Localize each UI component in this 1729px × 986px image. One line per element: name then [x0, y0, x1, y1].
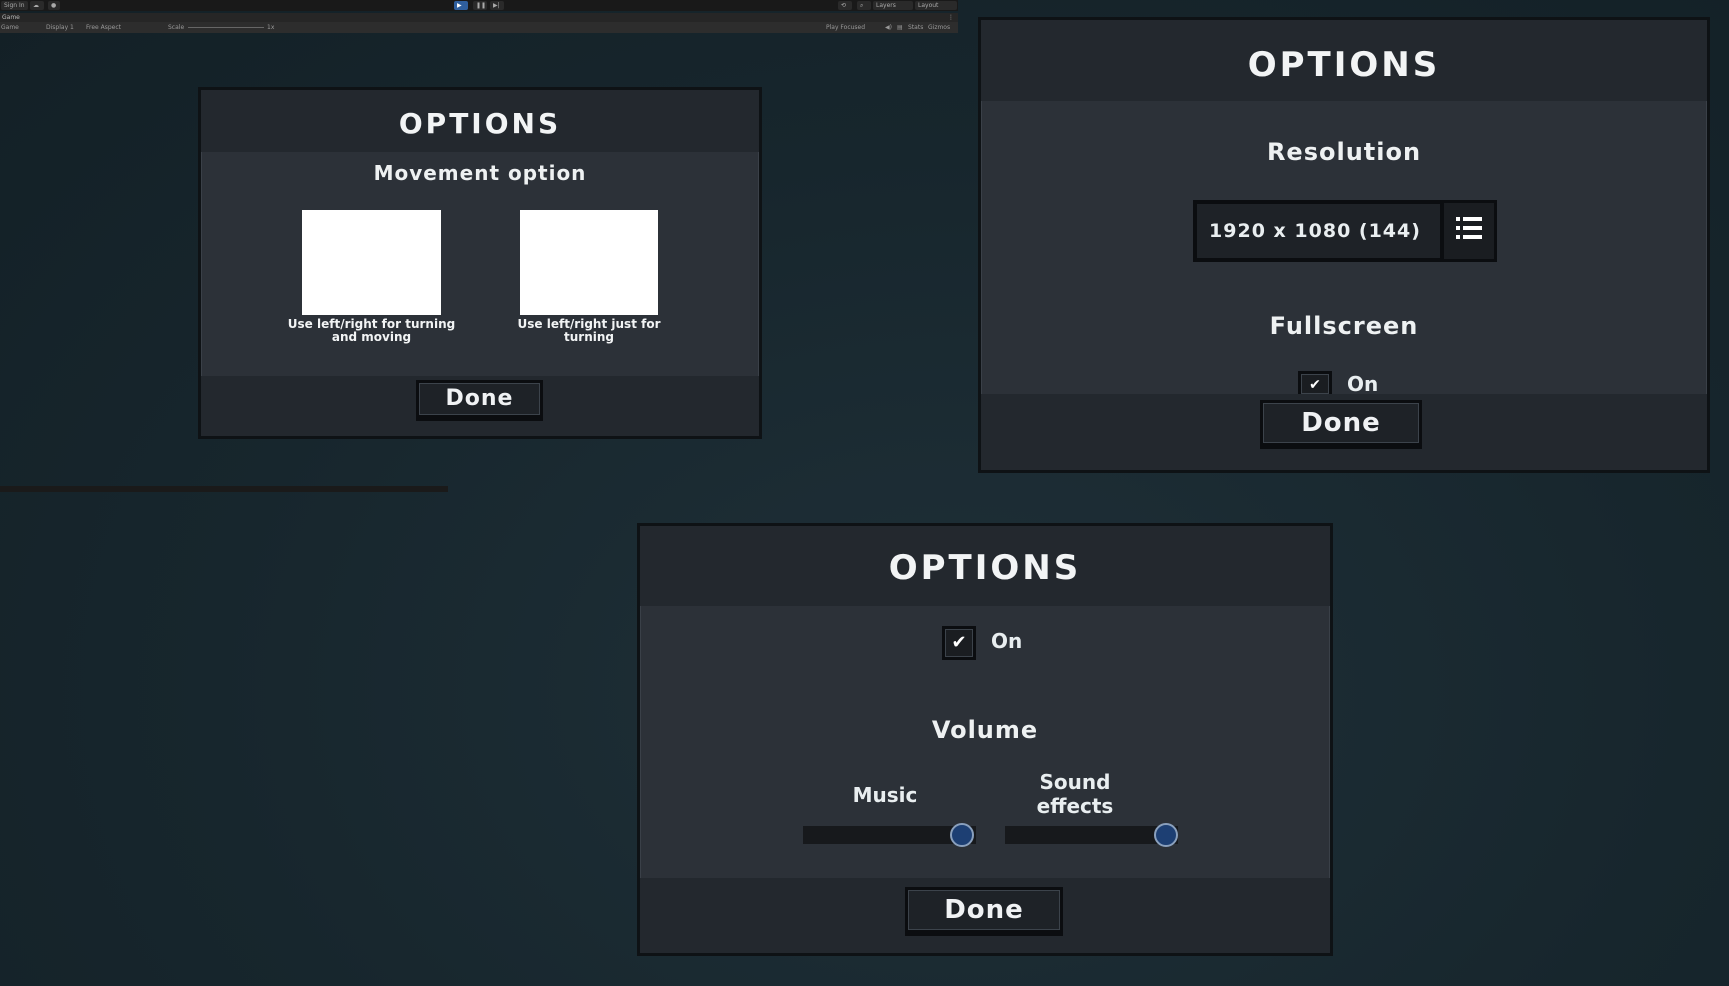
sfx-label: Sound effects	[1036, 770, 1114, 818]
music-slider-handle[interactable]	[950, 823, 975, 847]
game-tab-bar: Game ⋮	[0, 13, 958, 22]
audio-options-panel: OPTIONS ✔ On Volume Music Sound effects …	[637, 523, 1333, 956]
resolution-dropdown-button[interactable]	[1440, 203, 1494, 259]
sfx-slider[interactable]	[1005, 823, 1178, 847]
panel-title: OPTIONS	[888, 548, 1082, 588]
fullscreen-label: Fullscreen	[1269, 312, 1419, 340]
scale-slider[interactable]	[188, 27, 264, 28]
play-focused-dropdown[interactable]: Play Focused	[826, 22, 865, 33]
volume-label: Volume	[931, 716, 1039, 744]
resolution-dropdown[interactable]: 1920 x 1080 (144)	[1193, 200, 1497, 262]
movement-option-b-caption: Use left/right just for turning	[517, 317, 661, 344]
editor-toolbar: Sign In ☁ ● ▶ ❚❚ ▶| ⟲ ⌕ Layers Layout	[0, 0, 958, 11]
done-button[interactable]: Done	[905, 887, 1063, 936]
scale-value: 1x	[267, 24, 275, 31]
resolution-value: 1920 x 1080 (144)	[1209, 220, 1421, 242]
more-icon[interactable]: ⋮	[948, 13, 954, 22]
layers-dropdown[interactable]: Layers	[873, 1, 913, 10]
done-button[interactable]: Done	[416, 380, 543, 421]
aspect-dropdown[interactable]: Free Aspect	[86, 22, 121, 33]
panel-title: OPTIONS	[398, 107, 562, 140]
movement-options-panel: OPTIONS Movement option Use left/right f…	[198, 87, 762, 439]
history-icon[interactable]: ⟲	[838, 1, 852, 10]
layout-dropdown[interactable]: Layout	[915, 1, 957, 10]
panel-header: OPTIONS	[201, 90, 759, 152]
gizmos-dropdown[interactable]: Gizmos	[928, 22, 950, 33]
on-checkbox[interactable]: ✔	[942, 626, 976, 660]
sfx-slider-handle[interactable]	[1153, 823, 1178, 847]
movement-option-label: Movement option	[373, 161, 587, 185]
game-view-dropdown[interactable]: Game	[1, 22, 19, 33]
divider-stripe	[0, 486, 448, 492]
display-dropdown[interactable]: Display 1	[46, 22, 74, 33]
play-icon[interactable]: ▶	[454, 1, 468, 10]
panel-header: OPTIONS	[981, 20, 1707, 101]
panel-title: OPTIONS	[1247, 45, 1441, 85]
done-button[interactable]: Done	[1260, 400, 1422, 449]
step-icon[interactable]: ▶|	[490, 1, 504, 10]
game-view-bar: Game Display 1 Free Aspect Scale 1x Play…	[0, 22, 958, 33]
resolution-label: Resolution	[1266, 138, 1422, 166]
panel-header: OPTIONS	[640, 526, 1330, 606]
movement-option-b-tile[interactable]	[520, 210, 658, 315]
mute-icon[interactable]: ◀)	[885, 22, 892, 33]
on-checkbox-label: On	[991, 629, 1023, 653]
scale-label: Scale	[168, 24, 185, 31]
music-slider[interactable]	[803, 823, 976, 847]
search-icon[interactable]: ⌕	[857, 1, 871, 10]
pause-icon[interactable]: ❚❚	[473, 1, 487, 10]
collab-icon[interactable]: ●	[48, 1, 60, 10]
display-options-panel: OPTIONS Resolution 1920 x 1080 (144) Ful…	[978, 17, 1710, 473]
stats-button[interactable]: Stats	[908, 22, 923, 33]
movement-option-a-tile[interactable]	[302, 210, 441, 315]
tab-game[interactable]: Game	[2, 13, 20, 22]
music-label: Music	[852, 783, 918, 807]
sign-in-button[interactable]: Sign In	[1, 1, 28, 10]
list-icon	[1456, 217, 1482, 239]
fullscreen-on-label: On	[1347, 372, 1379, 392]
stats-icon[interactable]: ▤	[897, 22, 903, 33]
movement-option-a-caption: Use left/right for turning and moving	[287, 317, 456, 344]
cloud-icon[interactable]: ☁	[30, 1, 44, 10]
